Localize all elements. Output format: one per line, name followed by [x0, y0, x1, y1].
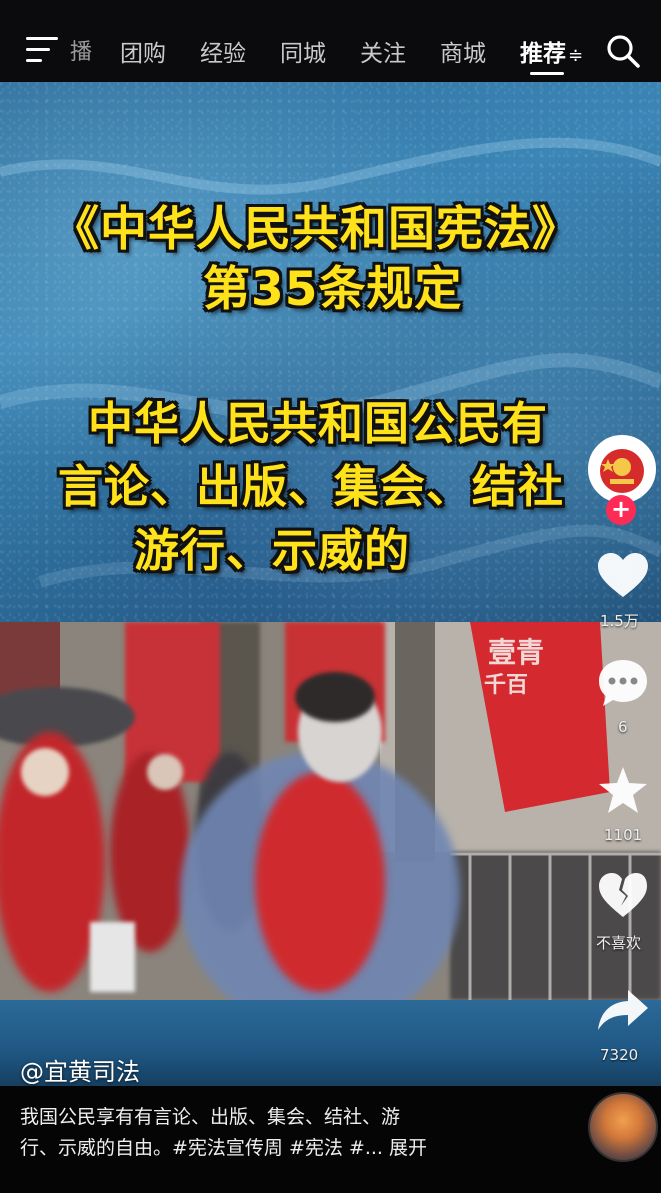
caption-body-line1: 中华人民共和国公民有	[88, 397, 549, 450]
active-tab-indicator	[530, 72, 564, 75]
creator-avatar[interactable]	[588, 435, 656, 503]
comment-icon[interactable]	[597, 658, 649, 708]
like-icon[interactable]	[596, 552, 650, 600]
favorite-star-icon[interactable]	[597, 765, 649, 815]
caption-body-line2: 言论、出版、集会、结社	[58, 460, 565, 513]
dislike-label: 不喜欢	[596, 934, 642, 952]
tab-experience[interactable]: 经验	[200, 34, 246, 68]
description-line-1: 我国公民享有有言论、出版、集会、结社、游	[20, 1106, 401, 1128]
top-navigation-bar: 播 团购 经验 同城 关注 商城 推荐 ≑	[0, 0, 661, 82]
dislike-broken-heart-icon[interactable]	[597, 872, 649, 920]
tab-local[interactable]: 同城	[280, 34, 326, 68]
tab-group-buy[interactable]: 团购	[120, 34, 166, 68]
tab-recommend-label: 推荐	[520, 41, 566, 67]
description-line-2[interactable]: 行、示威的自由。#宪法宣传周 #宪法 #... 展开	[20, 1133, 427, 1160]
caption-title-line1: 《中华人民共和国宪法》	[52, 202, 580, 257]
search-icon[interactable]	[606, 34, 640, 68]
tab-recommend-toggle-icon: ≑	[568, 45, 584, 66]
description-bar: 我国公民享有有言论、出版、集会、结社、游 行、示威的自由。#宪法宣传周 #宪法 …	[0, 1086, 661, 1193]
follow-button[interactable]: +	[606, 495, 636, 525]
tab-mall[interactable]: 商城	[440, 34, 486, 68]
caption-title-line2: 第35条规定	[203, 262, 463, 317]
banner-text-2: 千百	[484, 673, 528, 698]
author-handle[interactable]: @宜黄司法	[20, 1052, 140, 1087]
tab-partial[interactable]: 播	[70, 34, 92, 66]
tab-following[interactable]: 关注	[360, 34, 406, 68]
tab-recommend[interactable]: 推荐 ≑	[520, 34, 583, 68]
share-arrow-icon[interactable]	[596, 988, 650, 1034]
caption-body-line3: 游行、示威的	[134, 524, 411, 577]
crowd-scene-image: 壹青 千百	[0, 622, 661, 1000]
video-caption-panel[interactable]: 《中华人民共和国宪法》 第35条规定 中华人民共和国公民有 言论、出版、集会、结…	[0, 82, 661, 622]
emblem-icon	[592, 439, 652, 499]
video-footage[interactable]: 壹青 千百	[0, 622, 661, 1000]
comment-count: 6	[618, 718, 628, 736]
music-disc-avatar[interactable]	[588, 1092, 658, 1162]
menu-icon[interactable]	[26, 37, 58, 63]
favorite-count: 1101	[604, 826, 643, 844]
like-count: 1.5万	[600, 612, 639, 630]
share-count: 7320	[600, 1046, 639, 1064]
banner-text-1: 壹青	[488, 636, 544, 669]
